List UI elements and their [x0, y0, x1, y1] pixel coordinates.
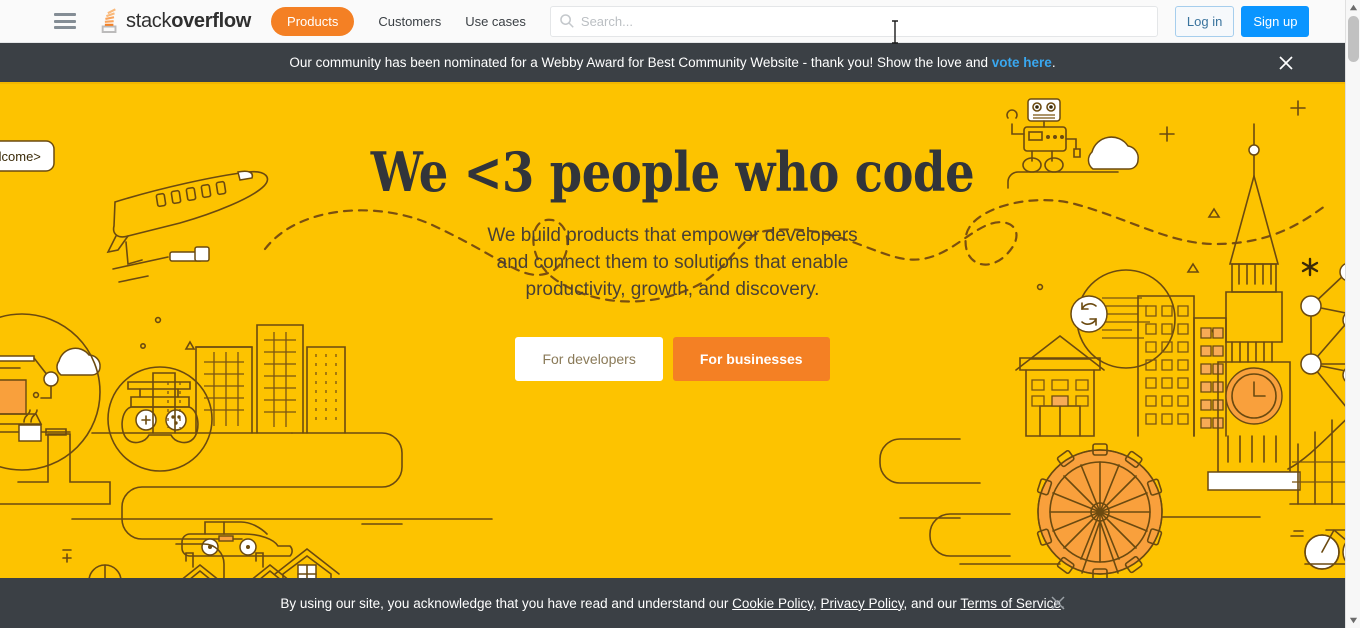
- stack-overflow-logo[interactable]: stackoverflow: [99, 8, 251, 34]
- page-title: We <3 people who code: [370, 140, 975, 204]
- top-navigation-bar: stackoverflow Products Customers Use cas…: [0, 0, 1345, 43]
- hero-subtitle-line-2: and connect them to solutions that enabl…: [496, 252, 849, 273]
- cookie-text-mid2: , and our: [903, 595, 961, 611]
- signup-button[interactable]: Sign up: [1241, 5, 1310, 37]
- notice-message: Our community has been nominated for a W…: [289, 55, 1055, 70]
- text-cursor-pointer: [892, 20, 898, 44]
- houses-icon: [175, 543, 340, 578]
- search-container: Search...: [549, 5, 1158, 37]
- scroll-up-arrow-icon[interactable]: [1346, 0, 1360, 15]
- notice-text-before: Our community has been nominated for a W…: [289, 55, 992, 70]
- hero-subtitle: We build products that empower developer…: [463, 222, 883, 303]
- terms-of-service-link[interactable]: Terms of Service: [960, 596, 1061, 611]
- hamburger-bar: [54, 19, 76, 23]
- hero-section: .ln { fill:none; stroke:#6b4a10; stroke-…: [0, 84, 1345, 578]
- search-icon: [560, 13, 574, 28]
- logo-text-bold: overflow: [171, 9, 252, 32]
- privacy-policy-link[interactable]: Privacy Policy: [820, 596, 903, 611]
- ferris-wheel-icon: [879, 438, 1261, 578]
- for-businesses-button[interactable]: For businesses: [672, 337, 830, 381]
- search-placeholder: Search...: [580, 13, 633, 29]
- for-developers-button[interactable]: For developers: [515, 337, 663, 381]
- hero-content: We <3 people who code We build products …: [0, 140, 1345, 381]
- hero-subtitle-line-3: productivity, growth, and discovery.: [525, 279, 820, 300]
- hamburger-bar: [54, 13, 76, 16]
- stack-overflow-logo-icon: [101, 8, 117, 33]
- bicycle-icon: [1290, 529, 1345, 570]
- cookie-message: By using our site, you acknowledge that …: [280, 596, 1064, 611]
- notice-text-after: .: [1051, 55, 1056, 70]
- logo-wordmark: stackoverflow: [126, 10, 251, 33]
- cookie-close-icon[interactable]: [1050, 595, 1066, 611]
- nav-products-button[interactable]: Products: [271, 6, 355, 36]
- nav-link-customers[interactable]: Customers: [378, 14, 441, 29]
- stack-overflow-homepage: stackoverflow Products Customers Use cas…: [0, 0, 1360, 628]
- hero-subtitle-line-1: We build products that empower developer…: [487, 225, 858, 246]
- cookie-policy-link[interactable]: Cookie Policy: [732, 596, 813, 611]
- hero-cta-group: For developers For businesses: [0, 337, 1345, 381]
- nav-link-use-cases[interactable]: Use cases: [465, 14, 526, 29]
- cookie-consent-banner: By using our site, you acknowledge that …: [0, 578, 1345, 628]
- cookie-text-before: By using our site, you acknowledge that …: [280, 595, 733, 611]
- scrollbar-thumb[interactable]: [1348, 16, 1359, 62]
- hamburger-menu-icon[interactable]: [54, 13, 76, 29]
- hamburger-bar: [54, 26, 76, 29]
- search-input[interactable]: Search...: [549, 5, 1158, 37]
- page-scrollbar[interactable]: [1345, 0, 1360, 628]
- scroll-down-arrow-icon[interactable]: [1346, 613, 1360, 628]
- notice-close-icon[interactable]: [1277, 54, 1295, 72]
- logo-text-light: stack: [126, 9, 172, 32]
- login-button[interactable]: Log in: [1174, 5, 1235, 37]
- vote-here-link[interactable]: vote here: [992, 55, 1052, 70]
- webby-award-notice-banner: Our community has been nominated for a W…: [0, 43, 1345, 84]
